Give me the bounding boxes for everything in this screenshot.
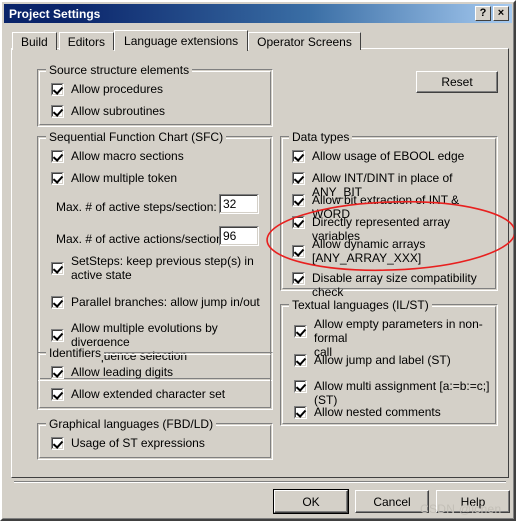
checkbox-allow-macro-sections[interactable]: Allow macro sections xyxy=(51,149,184,163)
group-title-textual-languages: Textual languages (IL/ST) xyxy=(289,298,432,312)
checkbox-box-icon[interactable] xyxy=(292,150,305,163)
checkbox-label: SetSteps: keep previous step(s) in activ… xyxy=(71,254,254,282)
watermark-text: CSDN @lchen xyxy=(420,502,502,516)
checkbox-box-icon[interactable] xyxy=(292,172,305,185)
tab-strip: Build Editors Language extensions Operat… xyxy=(12,29,363,51)
tab-page-language-extensions: Reset Source structure elements Allow pr… xyxy=(11,48,509,478)
group-title-sfc: Sequential Function Chart (SFC) xyxy=(46,130,227,144)
checkbox-box-icon[interactable] xyxy=(51,105,64,118)
checkbox-box-icon[interactable] xyxy=(294,380,307,393)
help-icon[interactable]: ? xyxy=(475,6,491,21)
checkbox-allow-nested-comments[interactable]: Allow nested comments xyxy=(294,405,441,419)
checkbox-box-icon[interactable] xyxy=(51,172,64,185)
checkbox-allow-dynamic-arrays[interactable]: Allow dynamic arrays [ANY_ARRAY_XXX] xyxy=(292,237,492,265)
checkbox-box-icon[interactable] xyxy=(294,325,307,338)
group-identifiers: Identifiers Allow leading digits Allow e… xyxy=(37,346,273,410)
checkbox-box-icon[interactable] xyxy=(51,437,64,450)
checkbox-label: Allow leading digits xyxy=(71,365,174,379)
checkbox-label: Usage of ST expressions xyxy=(71,436,205,450)
checkbox-allow-multiple-token[interactable]: Allow multiple token xyxy=(51,171,177,185)
close-icon[interactable]: × xyxy=(493,6,509,21)
tab-build[interactable]: Build xyxy=(12,32,57,50)
checkbox-box-icon[interactable] xyxy=(294,406,307,419)
checkbox-label: Allow extended character set xyxy=(71,387,226,401)
checkbox-label: Allow dynamic arrays [ANY_ARRAY_XXX] xyxy=(312,237,426,265)
checkbox-label: Allow multiple token xyxy=(71,171,178,185)
checkbox-parallel-branches[interactable]: Parallel branches: allow jump in/out xyxy=(51,295,263,309)
reset-button-label: Reset xyxy=(441,75,473,89)
checkbox-allow-procedures[interactable]: Allow procedures xyxy=(51,82,163,96)
checkbox-label: Allow subroutines xyxy=(71,104,166,118)
label-max-active-steps: Max. # of active steps/section: xyxy=(56,200,217,214)
input-max-active-steps[interactable]: 32 xyxy=(219,194,259,214)
checkbox-allow-subroutines[interactable]: Allow subroutines xyxy=(51,104,165,118)
group-data-types: Data types Allow usage of EBOOL edge All… xyxy=(280,130,498,299)
checkbox-box-icon[interactable] xyxy=(292,194,305,207)
checkbox-box-icon[interactable] xyxy=(51,329,64,342)
checkbox-label: Allow jump and label (ST) xyxy=(314,353,451,367)
group-title-identifiers: Identifiers xyxy=(46,346,105,360)
checkbox-allow-extended-character-set[interactable]: Allow extended character set xyxy=(51,387,225,401)
checkbox-allow-leading-digits[interactable]: Allow leading digits xyxy=(51,365,173,379)
label-max-active-actions: Max. # of active actions/section: xyxy=(56,232,227,246)
checkbox-label: Allow nested comments xyxy=(314,405,441,419)
checkbox-allow-jump-and-label[interactable]: Allow jump and label (ST) xyxy=(294,353,451,367)
group-title-graphical-languages: Graphical languages (FBD/LD) xyxy=(46,417,217,431)
checkbox-box-icon[interactable] xyxy=(51,296,64,309)
checkbox-box-icon[interactable] xyxy=(51,262,64,275)
checkbox-box-icon[interactable] xyxy=(292,272,305,285)
footer-separator xyxy=(14,481,506,483)
group-sequential-function-chart: Sequential Function Chart (SFC) Allow ma… xyxy=(37,130,273,381)
checkbox-label: Allow usage of EBOOL edge xyxy=(312,149,465,163)
cancel-button-label: Cancel xyxy=(373,494,411,509)
cancel-button[interactable]: Cancel xyxy=(355,490,429,513)
checkbox-box-icon[interactable] xyxy=(294,354,307,367)
checkbox-box-icon[interactable] xyxy=(51,366,64,379)
checkbox-box-icon[interactable] xyxy=(51,83,64,96)
checkbox-label: Parallel branches: allow jump in/out xyxy=(71,295,260,309)
checkbox-label: Allow multi assignment [a:=b:=c;] (ST) xyxy=(314,379,490,407)
title-bar-buttons: ? × xyxy=(475,6,512,21)
tab-language-extensions[interactable]: Language extensions xyxy=(114,30,249,51)
project-settings-dialog: Project Settings ? × Build Editors Langu… xyxy=(0,0,516,521)
checkbox-allow-multi-assignment[interactable]: Allow multi assignment [a:=b:=c;] (ST) xyxy=(294,379,497,407)
checkbox-label: Allow macro sections xyxy=(71,149,184,163)
tab-operator-screens[interactable]: Operator Screens xyxy=(248,32,361,50)
checkbox-box-icon[interactable] xyxy=(51,388,64,401)
checkbox-usage-of-st-expressions[interactable]: Usage of ST expressions xyxy=(51,436,205,450)
group-title-source-structure: Source structure elements xyxy=(46,63,193,77)
group-source-structure-elements: Source structure elements Allow procedur… xyxy=(37,63,273,127)
tab-editors[interactable]: Editors xyxy=(58,32,115,50)
checkbox-allow-ebool-edge[interactable]: Allow usage of EBOOL edge xyxy=(292,149,464,163)
checkbox-setsteps-keep-previous[interactable]: SetSteps: keep previous step(s) in activ… xyxy=(51,254,263,282)
group-title-data-types: Data types xyxy=(289,130,353,144)
checkbox-box-icon[interactable] xyxy=(292,245,305,258)
checkbox-disable-array-size-compatibility[interactable]: Disable array size compatibility check xyxy=(292,271,497,299)
checkbox-box-icon[interactable] xyxy=(292,216,305,229)
reset-button[interactable]: Reset xyxy=(416,71,498,93)
checkbox-label: Allow procedures xyxy=(71,82,164,96)
input-max-active-actions[interactable]: 96 xyxy=(219,226,259,246)
checkbox-box-icon[interactable] xyxy=(51,150,64,163)
group-textual-languages: Textual languages (IL/ST) Allow empty pa… xyxy=(280,298,498,426)
ok-button[interactable]: OK xyxy=(273,489,349,514)
group-graphical-languages: Graphical languages (FBD/LD) Usage of ST… xyxy=(37,417,273,460)
ok-button-label: OK xyxy=(302,494,320,509)
checkbox-label: Disable array size compatibility check xyxy=(312,271,477,299)
title-bar[interactable]: Project Settings ? × xyxy=(4,4,512,23)
window-title: Project Settings xyxy=(9,6,101,21)
